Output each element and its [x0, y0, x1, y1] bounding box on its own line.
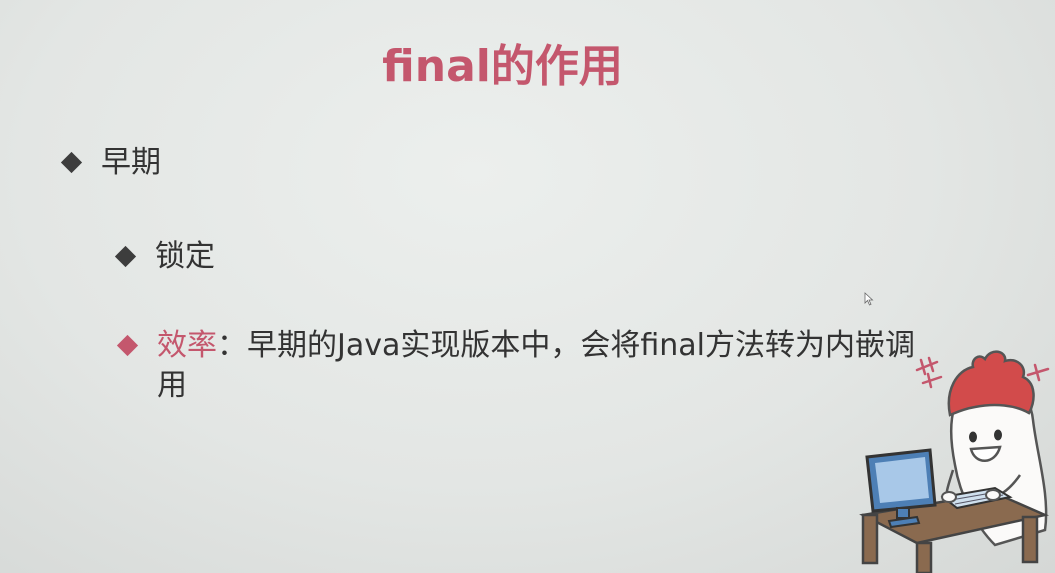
mouse-cursor-icon — [864, 292, 874, 306]
mascot-illustration — [859, 350, 1050, 573]
bullet-efficiency-text: 效率：早期的Java实现版本中，会将final方法转为内嵌调 用 — [157, 326, 915, 406]
bullet-highlight: 效率 — [157, 328, 217, 363]
bullet-description: 早期的Java实现版本中，会将final方法转为内嵌调 — [247, 328, 915, 363]
bullet-early: 早期 — [60, 143, 161, 183]
bullet-separator: ： — [217, 328, 247, 363]
bullet-lock: 锁定 — [114, 237, 215, 277]
diamond-bullet-icon — [114, 245, 137, 268]
bullet-label: 早期 — [101, 145, 161, 180]
diamond-bullet-icon — [60, 151, 83, 174]
slide: final的作用 早期 锁定 效率：早期的Java实现版本中，会将final方法… — [0, 0, 1055, 573]
bullet-label: 锁定 — [155, 239, 215, 274]
diamond-bullet-icon — [116, 334, 139, 357]
slide-title: final的作用 — [382, 41, 623, 92]
bullet-description-line2: 用 — [157, 368, 187, 403]
